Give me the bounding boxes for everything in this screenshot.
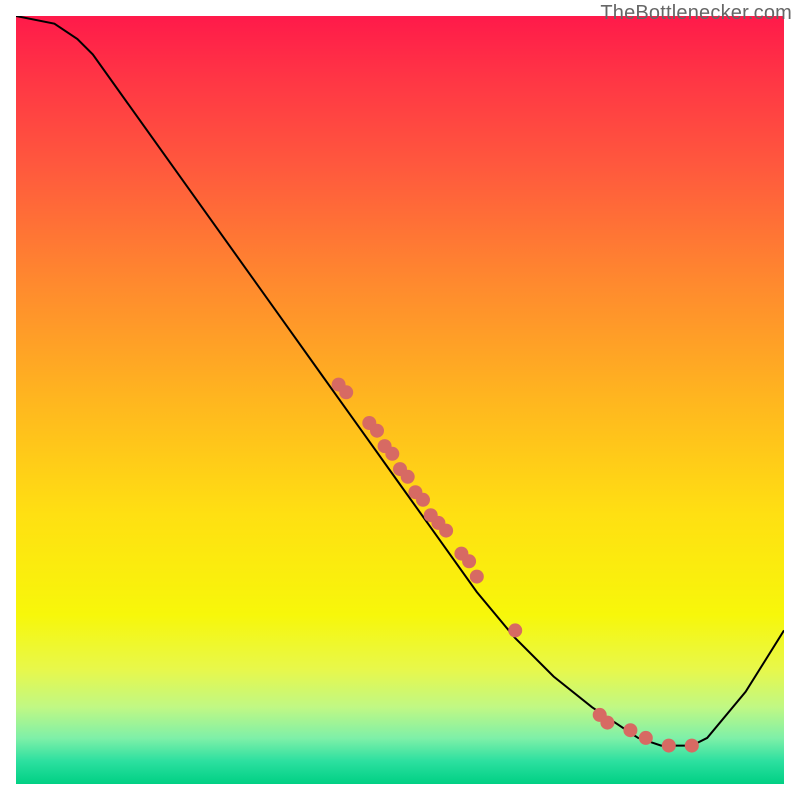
page-title: TheBottlenecker.com <box>600 2 792 25</box>
plot-area <box>16 16 784 784</box>
chart-svg <box>16 16 784 784</box>
scatter-dot <box>639 731 653 745</box>
scatter-dot <box>685 739 699 753</box>
scatter-dot <box>462 554 476 568</box>
scatter-dot <box>439 524 453 538</box>
scatter-dot <box>401 470 415 484</box>
scatter-dot <box>600 716 614 730</box>
scatter-dot <box>662 739 676 753</box>
scatter-dot <box>339 385 353 399</box>
scatter-dot <box>385 447 399 461</box>
scatter-dots <box>332 378 699 753</box>
scatter-dot <box>470 570 484 584</box>
scatter-dot <box>623 723 637 737</box>
curve-path <box>16 16 784 746</box>
scatter-dot <box>508 623 522 637</box>
scatter-dot <box>416 493 430 507</box>
scatter-dot <box>370 424 384 438</box>
